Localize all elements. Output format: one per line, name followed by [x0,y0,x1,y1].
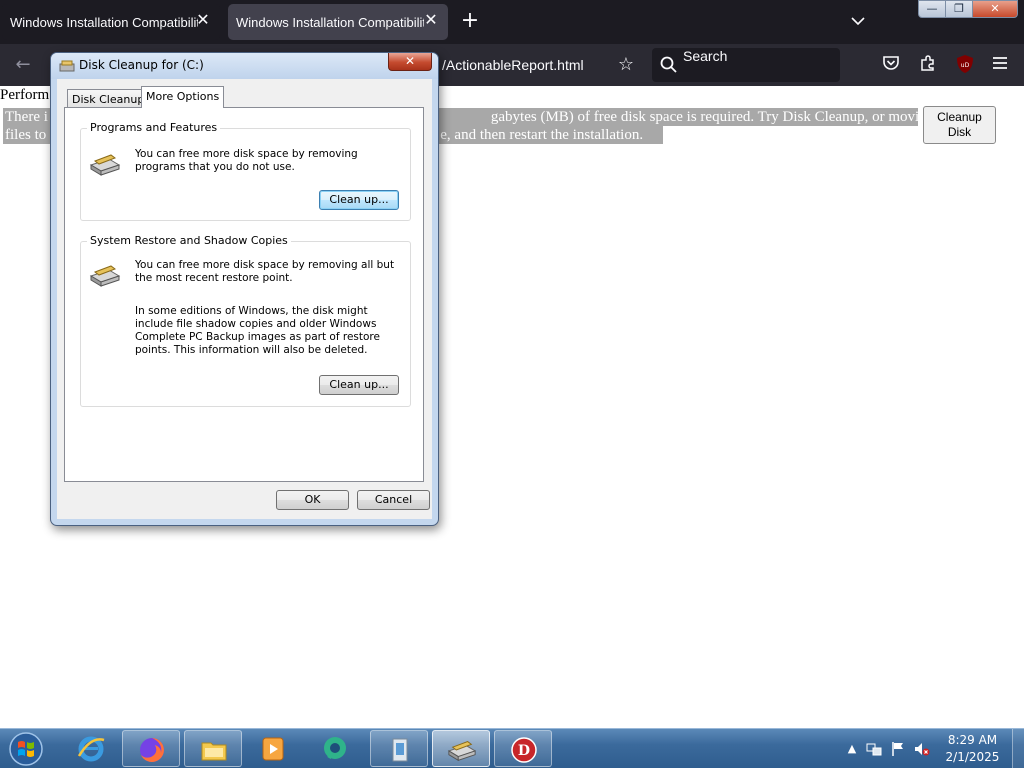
window-close-button[interactable]: ✕ [972,0,1018,18]
system-tray: ▲ 8:29 AM 2/1/2025 [840,729,1024,769]
media-player-icon [262,737,284,761]
taskbar-messenger[interactable] [306,730,364,767]
back-arrow-icon[interactable]: ← [10,53,36,77]
programs-cleanup-button[interactable]: Clean up... [319,190,399,210]
cleanup-drive-icon [89,265,121,287]
taskbar-internet-explorer[interactable] [62,730,120,767]
network-icon[interactable] [866,741,882,757]
taskbar-windows-explorer[interactable] [184,730,242,767]
system-restore-group: System Restore and Shadow Copies You can… [80,234,411,407]
dialog-titlebar[interactable]: Disk Cleanup for (C:) ✕ [51,53,438,79]
clock-date[interactable]: 2/1/2025 [940,750,1005,764]
start-button[interactable] [4,731,48,767]
clock-time[interactable]: 8:29 AM [940,733,1005,747]
text-fragment: e, and then restart the installation. [440,127,644,143]
svg-text:D: D [518,743,530,759]
tab-compatibility-2[interactable]: Windows Installation Compatibility ✕ [228,4,448,40]
ublock-shield-icon[interactable]: uD [954,54,976,76]
programs-description: You can free more disk space by removing… [135,148,358,173]
url-text[interactable]: /ActionableReport.html [430,50,644,80]
red-d-app-icon: D [511,737,537,763]
folder-icon [201,742,227,761]
taskbar-firefox[interactable] [122,730,180,767]
window-maximize-button[interactable]: ❐ [945,0,973,18]
page-heading: Perform [0,87,50,103]
cleanup-drive-icon [89,154,121,176]
ok-button[interactable]: OK [276,490,349,510]
cleanup-disk-button[interactable]: Cleanup Disk [923,106,996,144]
dialog-body: Disk Cleanup More Options Programs and F… [57,79,432,519]
disk-cleanup-dialog: Disk Cleanup for (C:) ✕ Disk Cleanup Mor… [50,52,439,526]
volume-muted-icon[interactable] [914,741,930,757]
programs-features-group: Programs and Features You can free more … [80,121,411,221]
firefox-icon [140,738,164,762]
tab-title: Windows Installation Compatibility [10,14,198,30]
text-fragment: files to [5,127,47,143]
taskbar-app[interactable]: D [494,730,552,767]
ublock-label: uD [961,62,970,69]
disk-cleanup-icon [447,741,477,762]
restore-description: You can free more disk space by removing… [135,259,395,284]
extensions-puzzle-icon[interactable] [917,54,939,76]
search-icon [660,56,677,73]
show-desktop-button[interactable] [1012,729,1024,769]
tab-list-chevron-icon[interactable] [846,10,870,34]
disk-drive-icon [59,60,75,72]
bookmark-star-icon[interactable]: ☆ [614,53,638,77]
pocket-icon[interactable] [880,54,902,76]
tab-more-options[interactable]: More Options [141,86,225,108]
text-fragment: There i [5,109,48,125]
taskbar-disk-cleanup[interactable] [432,730,490,767]
tab-title: Windows Installation Compatibility [236,14,424,30]
taskbar: D ▲ 8:29 AM 2/1/2025 [0,728,1024,769]
group-title: Programs and Features [87,121,221,134]
window-minimize-button[interactable]: — [918,0,946,18]
shadow-copies-description: In some editions of Windows, the disk mi… [135,305,380,356]
group-title: System Restore and Shadow Copies [87,234,291,247]
close-icon[interactable]: ✕ [194,12,212,30]
more-options-panel: Programs and Features You can free more … [64,107,424,482]
search-placeholder: Search [683,48,728,64]
text-fragment: gabytes (MB) of free disk space is requi… [490,109,918,125]
dialog-close-button[interactable]: ✕ [388,53,432,71]
tab-compatibility-1[interactable]: Windows Installation Compatibility ✕ [2,4,220,40]
hamburger-menu-icon[interactable] [989,54,1011,76]
new-tab-button[interactable]: + [458,10,482,34]
close-icon[interactable]: ✕ [422,12,440,30]
dialog-title: Disk Cleanup for (C:) [79,58,204,72]
taskbar-media-player[interactable] [244,730,302,767]
taskbar-installer[interactable] [370,730,428,767]
internet-explorer-icon [77,736,105,762]
cancel-button[interactable]: Cancel [357,490,430,510]
installer-icon [392,738,408,762]
restore-cleanup-button[interactable]: Clean up... [319,375,399,395]
browser-tab-bar: Windows Installation Compatibility ✕ Win… [0,0,1024,44]
messenger-icon [324,737,346,760]
show-hidden-icons-arrow-icon[interactable]: ▲ [844,741,860,757]
tab-disk-cleanup[interactable]: Disk Cleanup [67,89,150,107]
action-center-flag-icon[interactable] [890,741,906,757]
search-input[interactable]: Search [652,48,840,82]
